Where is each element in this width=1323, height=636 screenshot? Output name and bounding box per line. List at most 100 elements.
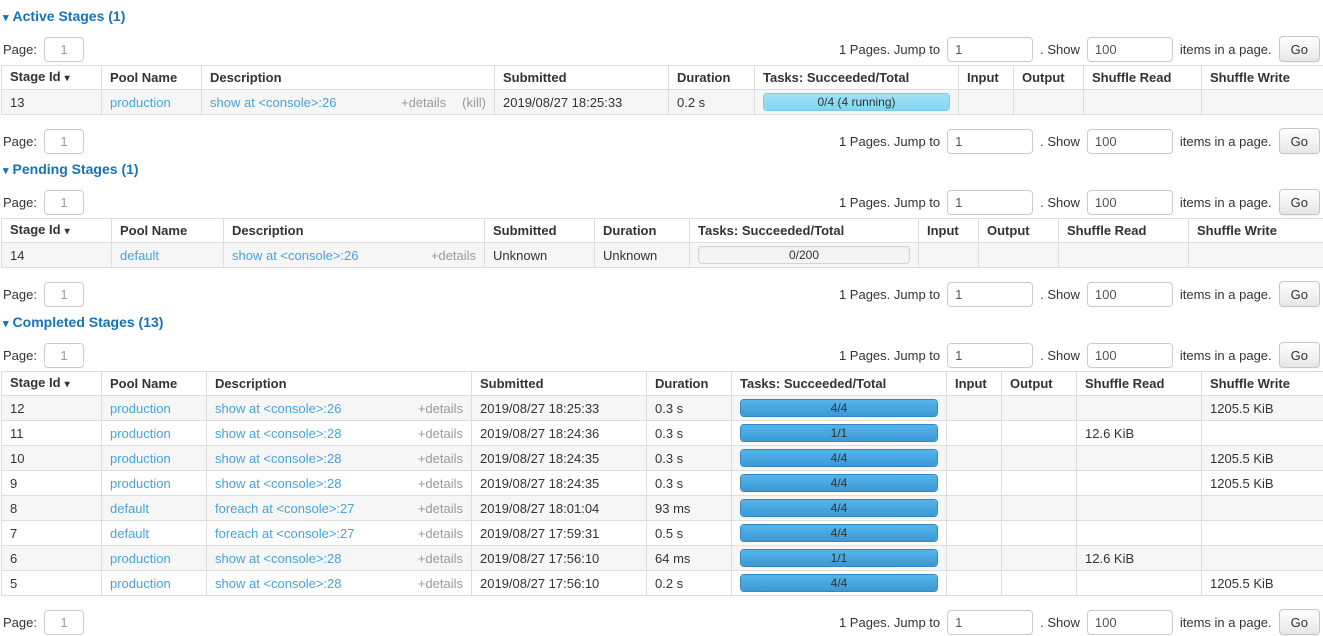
pool-name-link[interactable]: production — [110, 451, 171, 466]
go-button[interactable]: Go — [1279, 189, 1320, 215]
pool-name-link[interactable]: default — [110, 526, 149, 541]
column-header-4[interactable]: Duration — [669, 66, 755, 90]
details-toggle[interactable]: +details — [418, 476, 463, 491]
page-number-input[interactable] — [44, 282, 84, 307]
column-header-2[interactable]: Description — [202, 66, 495, 90]
jump-to-input[interactable] — [947, 343, 1033, 368]
show-count-input[interactable] — [1087, 610, 1173, 635]
section-title-completed[interactable]: ▾Completed Stages (13) — [3, 314, 1323, 333]
column-header-9[interactable]: Shuffle Write — [1189, 219, 1323, 243]
go-button[interactable]: Go — [1279, 281, 1320, 307]
page-number-input[interactable] — [44, 129, 84, 154]
page-number-input[interactable] — [44, 37, 84, 62]
column-header-0[interactable]: Stage Id▾ — [2, 219, 112, 243]
details-toggle[interactable]: +details — [418, 401, 463, 416]
description-link[interactable]: show at <console>:28 — [215, 551, 341, 566]
column-header-3[interactable]: Submitted — [472, 372, 647, 396]
column-header-1[interactable]: Pool Name — [112, 219, 224, 243]
pool-name-link[interactable]: production — [110, 426, 171, 441]
column-header-label: Shuffle Read — [1067, 223, 1146, 238]
jump-to-input[interactable] — [947, 282, 1033, 307]
details-toggle[interactable]: +details — [401, 95, 446, 110]
details-toggle[interactable]: +details — [418, 501, 463, 516]
input-cell — [947, 471, 1002, 496]
column-header-0[interactable]: Stage Id▾ — [2, 66, 102, 90]
pool-name-link[interactable]: production — [110, 576, 171, 591]
kill-link[interactable]: (kill) — [462, 95, 486, 110]
section-title-pending[interactable]: ▾Pending Stages (1) — [3, 161, 1323, 180]
show-count-input[interactable] — [1087, 129, 1173, 154]
column-header-2[interactable]: Description — [224, 219, 485, 243]
column-header-5[interactable]: Tasks: Succeeded/Total — [732, 372, 947, 396]
column-header-1[interactable]: Pool Name — [102, 372, 207, 396]
pool-name-link[interactable]: production — [110, 551, 171, 566]
pool-name-link[interactable]: production — [110, 401, 171, 416]
collapse-arrow-icon[interactable]: ▾ — [3, 10, 9, 27]
page-number-input[interactable] — [44, 190, 84, 215]
details-toggle[interactable]: +details — [431, 248, 476, 263]
show-count-input[interactable] — [1087, 282, 1173, 307]
column-header-4[interactable]: Duration — [647, 372, 732, 396]
description-link[interactable]: show at <console>:26 — [232, 248, 358, 263]
description-link[interactable]: show at <console>:26 — [210, 95, 336, 110]
column-header-8[interactable]: Shuffle Read — [1059, 219, 1189, 243]
column-header-8[interactable]: Shuffle Read — [1084, 66, 1202, 90]
column-header-5[interactable]: Tasks: Succeeded/Total — [755, 66, 959, 90]
jump-to-input[interactable] — [947, 37, 1033, 62]
stage-row: 12production+detailsshow at <console>:26… — [2, 396, 1323, 421]
page-number-input[interactable] — [44, 343, 84, 368]
column-header-label: Tasks: Succeeded/Total — [698, 223, 844, 238]
column-header-7[interactable]: Output — [1014, 66, 1084, 90]
jump-to-input[interactable] — [947, 129, 1033, 154]
jump-to-input[interactable] — [947, 610, 1033, 635]
column-header-6[interactable]: Input — [919, 219, 979, 243]
column-header-2[interactable]: Description — [207, 372, 472, 396]
pool-name-cell: production — [102, 446, 207, 471]
pool-name-link[interactable]: default — [120, 248, 159, 263]
column-header-label: Shuffle Read — [1085, 376, 1164, 391]
column-header-9[interactable]: Shuffle Write — [1202, 66, 1323, 90]
column-header-1[interactable]: Pool Name — [102, 66, 202, 90]
details-toggle[interactable]: +details — [418, 451, 463, 466]
column-header-4[interactable]: Duration — [595, 219, 690, 243]
go-button[interactable]: Go — [1279, 36, 1320, 62]
description-link[interactable]: show at <console>:26 — [215, 401, 341, 416]
column-header-0[interactable]: Stage Id▾ — [2, 372, 102, 396]
pool-name-link[interactable]: default — [110, 501, 149, 516]
jump-to-input[interactable] — [947, 190, 1033, 215]
details-toggle[interactable]: +details — [418, 526, 463, 541]
description-link[interactable]: show at <console>:28 — [215, 576, 341, 591]
section-title-active[interactable]: ▾Active Stages (1) — [3, 8, 1323, 27]
description-link[interactable]: show at <console>:28 — [215, 426, 341, 441]
column-header-8[interactable]: Shuffle Read — [1077, 372, 1202, 396]
show-count-input[interactable] — [1087, 37, 1173, 62]
column-header-3[interactable]: Submitted — [495, 66, 669, 90]
show-count-input[interactable] — [1087, 190, 1173, 215]
column-header-7[interactable]: Output — [979, 219, 1059, 243]
column-header-7[interactable]: Output — [1002, 372, 1077, 396]
details-toggle[interactable]: +details — [418, 426, 463, 441]
show-count-input[interactable] — [1087, 343, 1173, 368]
description-link[interactable]: show at <console>:28 — [215, 451, 341, 466]
go-button[interactable]: Go — [1279, 128, 1320, 154]
go-button[interactable]: Go — [1279, 609, 1320, 635]
column-header-6[interactable]: Input — [959, 66, 1014, 90]
column-header-5[interactable]: Tasks: Succeeded/Total — [690, 219, 919, 243]
column-header-6[interactable]: Input — [947, 372, 1002, 396]
go-button[interactable]: Go — [1279, 342, 1320, 368]
page-label: Page: — [3, 348, 37, 363]
details-toggle[interactable]: +details — [418, 576, 463, 591]
collapse-arrow-icon[interactable]: ▾ — [3, 163, 9, 180]
show-text: . Show — [1040, 287, 1080, 302]
description-link[interactable]: foreach at <console>:27 — [215, 501, 355, 516]
column-header-3[interactable]: Submitted — [485, 219, 595, 243]
page-number-input[interactable] — [44, 610, 84, 635]
shuffle-write-cell: 1205.5 KiB — [1202, 471, 1323, 496]
pool-name-link[interactable]: production — [110, 95, 171, 110]
details-toggle[interactable]: +details — [418, 551, 463, 566]
column-header-9[interactable]: Shuffle Write — [1202, 372, 1323, 396]
description-link[interactable]: show at <console>:28 — [215, 476, 341, 491]
pool-name-link[interactable]: production — [110, 476, 171, 491]
description-link[interactable]: foreach at <console>:27 — [215, 526, 355, 541]
collapse-arrow-icon[interactable]: ▾ — [3, 316, 9, 333]
